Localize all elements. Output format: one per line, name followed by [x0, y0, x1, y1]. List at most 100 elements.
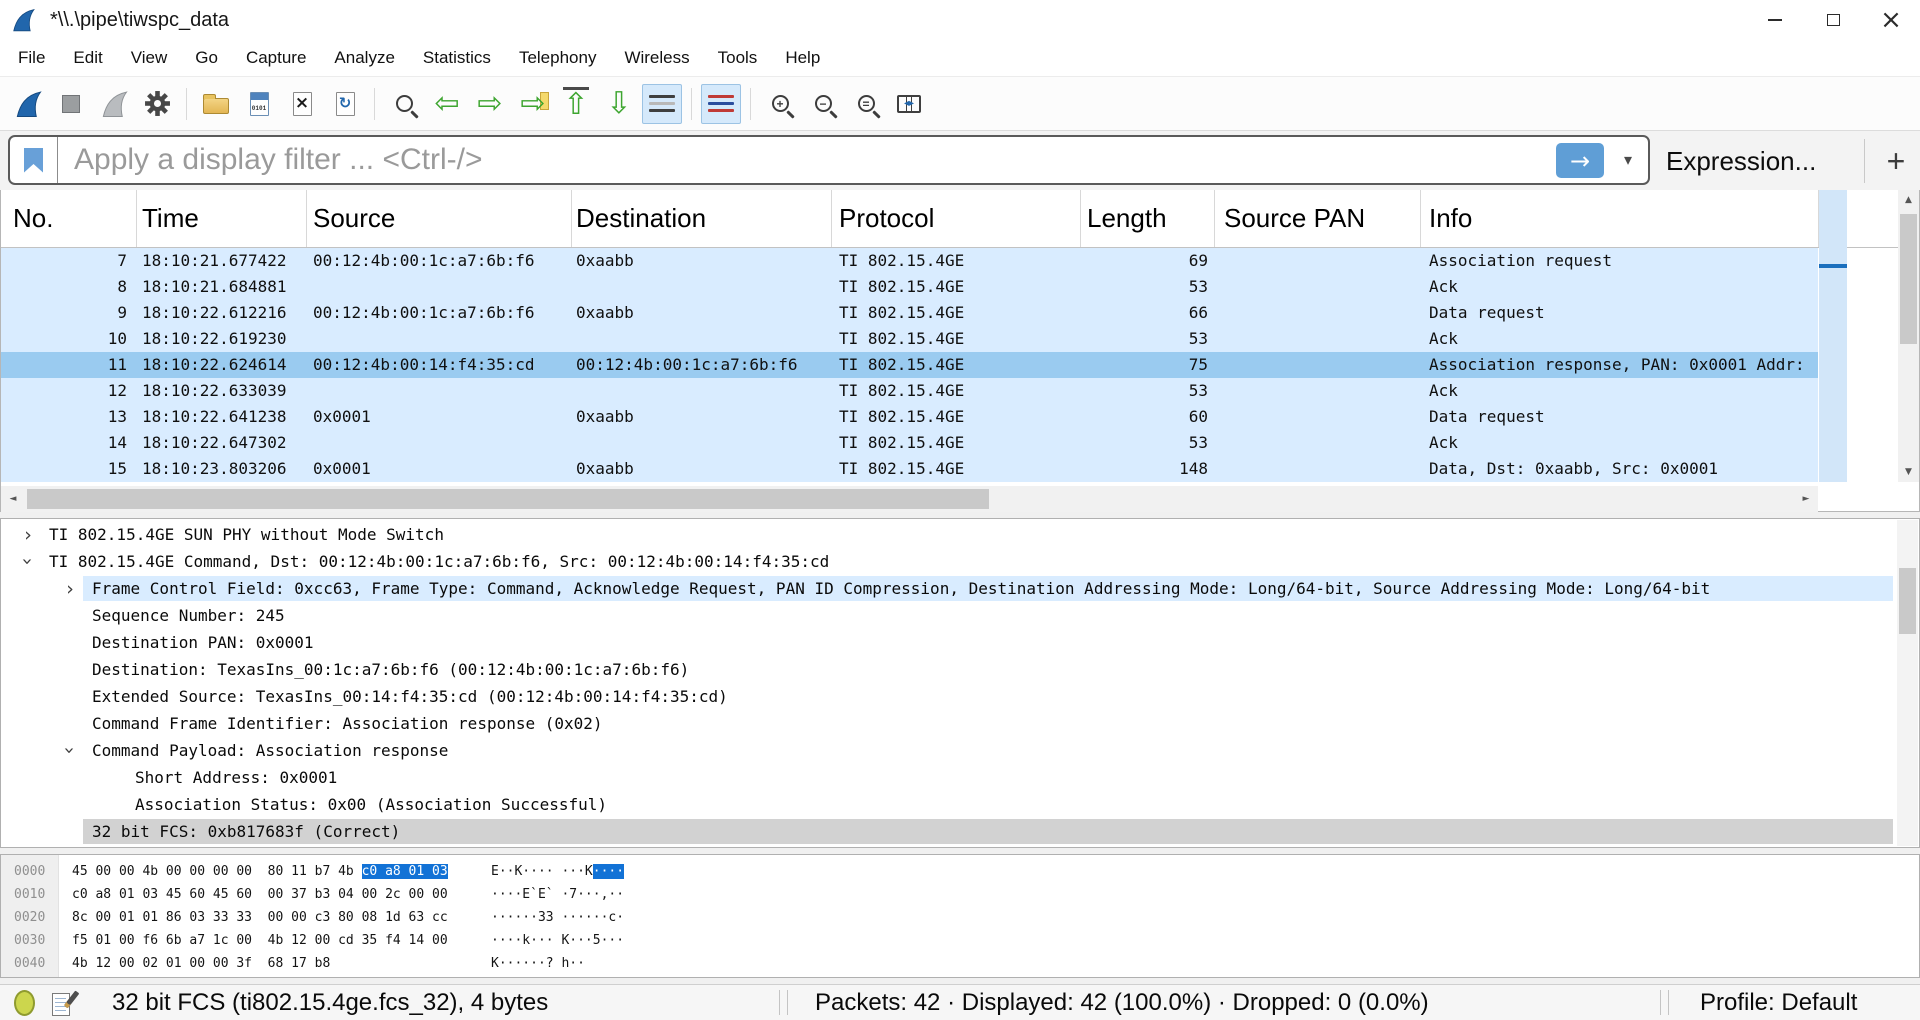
hscrollbar-thumb[interactable]: [27, 489, 989, 509]
menu-tools[interactable]: Tools: [704, 40, 772, 76]
go-last-packet-button[interactable]: ⇩: [599, 84, 639, 124]
menu-wireless[interactable]: Wireless: [610, 40, 703, 76]
packet-row-8[interactable]: 818:10:21.684881TI 802.15.4GE53Ack: [1, 274, 1818, 300]
capture-options-button[interactable]: [137, 84, 177, 124]
hex-bytes[interactable]: c0 a8 01 03 45 60 45 60 00 37 b3 04 00 2…: [72, 883, 448, 906]
save-capture-file-button[interactable]: 0101: [239, 84, 279, 124]
go-back-button[interactable]: ⇦: [427, 84, 467, 124]
apply-filter-button[interactable]: [1556, 143, 1604, 178]
go-first-packet-button[interactable]: ⇧: [556, 84, 596, 124]
packet-list-minimap[interactable]: [1819, 190, 1847, 482]
hex-ascii[interactable]: ····k··· K···5···: [491, 929, 624, 952]
scroll-up-button[interactable]: [1898, 190, 1919, 210]
close-capture-file-button[interactable]: ×: [282, 84, 322, 124]
packet-list-vscrollbar[interactable]: [1898, 190, 1919, 482]
packet-row-11[interactable]: 1118:10:22.62461400:12:4b:00:14:f4:35:cd…: [1, 352, 1818, 378]
capture-comment-button[interactable]: [52, 991, 78, 1017]
hex-row-0040[interactable]: 00404b 12 00 02 01 00 00 3f 68 17 b8K···…: [1, 952, 1919, 975]
start-capture-button[interactable]: [8, 84, 48, 124]
vscrollbar-thumb[interactable]: [1900, 214, 1917, 344]
hex-ascii[interactable]: K······? h··: [491, 952, 585, 975]
hex-ascii[interactable]: ······33 ······c·: [491, 906, 624, 929]
close-button[interactable]: ×: [1862, 0, 1920, 40]
collapse-expander-icon[interactable]: [57, 744, 84, 758]
packet-row-14[interactable]: 1418:10:22.647302TI 802.15.4GE53Ack: [1, 430, 1818, 456]
detail-line-4[interactable]: Sequence Number: 245: [1, 602, 1919, 629]
hex-ascii[interactable]: ····E`E` ·7···,··: [491, 883, 624, 906]
menu-edit[interactable]: Edit: [59, 40, 116, 76]
hex-bytes[interactable]: 45 00 00 4b 00 00 00 00 80 11 b7 4b c0 a…: [72, 860, 448, 883]
column-header-source[interactable]: Source: [313, 190, 395, 247]
menu-file[interactable]: File: [4, 40, 59, 76]
expert-info-button[interactable]: [14, 989, 37, 1017]
detail-line-10[interactable]: Short Address: 0x0001: [1, 764, 1919, 791]
menu-capture[interactable]: Capture: [232, 40, 320, 76]
find-packet-button[interactable]: [384, 84, 424, 124]
zoom-in-button[interactable]: +: [760, 84, 800, 124]
column-header-length[interactable]: Length: [1087, 190, 1167, 247]
details-vscrollbar-thumb[interactable]: [1899, 568, 1916, 634]
expression-button[interactable]: Expression...: [1666, 131, 1816, 191]
column-header-protocol[interactable]: Protocol: [839, 190, 934, 247]
packet-row-7[interactable]: 718:10:21.67742200:12:4b:00:1c:a7:6b:f60…: [1, 248, 1818, 274]
column-header-destination[interactable]: Destination: [576, 190, 706, 247]
scroll-right-button[interactable]: [1794, 486, 1818, 512]
resize-columns-button[interactable]: ◂▸: [889, 84, 929, 124]
hex-bytes[interactable]: f5 01 00 f6 6b a7 1c 00 4b 12 00 cd 35 f…: [72, 929, 448, 952]
hex-bytes[interactable]: 8c 00 01 01 86 03 33 33 00 00 c3 80 08 1…: [72, 906, 448, 929]
reload-capture-file-button[interactable]: ↻: [325, 84, 365, 124]
detail-line-7[interactable]: Extended Source: TexasIns_00:14:f4:35:cd…: [1, 683, 1919, 710]
detail-line-2[interactable]: TI 802.15.4GE Command, Dst: 00:12:4b:00:…: [1, 548, 1919, 575]
detail-line-9[interactable]: Command Payload: Association response: [1, 737, 1919, 764]
column-header-time[interactable]: Time: [142, 190, 199, 247]
scroll-left-button[interactable]: [1, 486, 25, 512]
detail-line-1[interactable]: TI 802.15.4GE SUN PHY without Mode Switc…: [1, 521, 1919, 548]
menu-go[interactable]: Go: [181, 40, 232, 76]
hex-row-0030[interactable]: 0030f5 01 00 f6 6b a7 1c 00 4b 12 00 cd …: [1, 929, 1919, 952]
go-forward-button[interactable]: ⇨: [470, 84, 510, 124]
hex-row-0000[interactable]: 000045 00 00 4b 00 00 00 00 80 11 b7 4b …: [1, 860, 1919, 883]
column-header-info[interactable]: Info: [1429, 190, 1472, 247]
hex-row-0010[interactable]: 0010c0 a8 01 03 45 60 45 60 00 37 b3 04 …: [1, 883, 1919, 906]
column-header-source-pan[interactable]: Source PAN: [1224, 190, 1365, 247]
packet-row-9[interactable]: 918:10:22.61221600:12:4b:00:1c:a7:6b:f60…: [1, 300, 1818, 326]
collapse-expander-icon[interactable]: [15, 555, 42, 569]
detail-line-3[interactable]: Frame Control Field: 0xcc63, Frame Type:…: [1, 575, 1919, 602]
menu-analyze[interactable]: Analyze: [320, 40, 408, 76]
detail-line-6[interactable]: Destination: TexasIns_00:1c:a7:6b:f6 (00…: [1, 656, 1919, 683]
add-filter-button[interactable]: +: [1876, 131, 1916, 191]
display-filter-input[interactable]: Apply a display filter ... <Ctrl-/>: [8, 135, 1650, 185]
detail-line-12[interactable]: 32 bit FCS: 0xb817683f (Correct): [1, 818, 1919, 845]
zoom-reset-button[interactable]: =: [846, 84, 886, 124]
scroll-down-button[interactable]: [1898, 462, 1919, 482]
stop-capture-button[interactable]: [51, 84, 91, 124]
auto-scroll-live-button[interactable]: [642, 84, 682, 124]
detail-line-8[interactable]: Command Frame Identifier: Association re…: [1, 710, 1919, 737]
filter-dropdown-caret[interactable]: [1624, 150, 1632, 170]
colorize-packets-button[interactable]: [701, 84, 741, 124]
minimize-button[interactable]: [1746, 0, 1804, 40]
restart-capture-button[interactable]: [94, 84, 134, 124]
packet-list-hscrollbar[interactable]: [1, 486, 1818, 512]
menu-statistics[interactable]: Statistics: [409, 40, 505, 76]
hex-bytes[interactable]: 4b 12 00 02 01 00 00 3f 68 17 b8: [72, 952, 330, 975]
expand-expander-icon[interactable]: [21, 521, 35, 548]
packet-row-12[interactable]: 1218:10:22.633039TI 802.15.4GE53Ack: [1, 378, 1818, 404]
go-to-packet-button[interactable]: ⇨: [513, 84, 553, 124]
open-capture-file-button[interactable]: [196, 84, 236, 124]
detail-line-11[interactable]: Association Status: 0x00 (Association Su…: [1, 791, 1919, 818]
hex-ascii[interactable]: E··K···· ···K····: [491, 860, 624, 883]
hex-row-0020[interactable]: 00208c 00 01 01 86 03 33 33 00 00 c3 80 …: [1, 906, 1919, 929]
expand-expander-icon[interactable]: [63, 575, 77, 602]
menu-help[interactable]: Help: [771, 40, 834, 76]
filter-bookmark-button[interactable]: [10, 137, 58, 183]
details-vscrollbar[interactable]: [1897, 520, 1918, 846]
packet-row-10[interactable]: 1018:10:22.619230TI 802.15.4GE53Ack: [1, 326, 1818, 352]
packet-row-13[interactable]: 1318:10:22.6412380x00010xaabbTI 802.15.4…: [1, 404, 1818, 430]
column-header-no[interactable]: No.: [13, 190, 53, 247]
packet-row-15[interactable]: 1518:10:23.8032060x00010xaabbTI 802.15.4…: [1, 456, 1818, 482]
zoom-out-button[interactable]: −: [803, 84, 843, 124]
menu-view[interactable]: View: [117, 40, 182, 76]
menu-telephony[interactable]: Telephony: [505, 40, 611, 76]
detail-line-5[interactable]: Destination PAN: 0x0001: [1, 629, 1919, 656]
